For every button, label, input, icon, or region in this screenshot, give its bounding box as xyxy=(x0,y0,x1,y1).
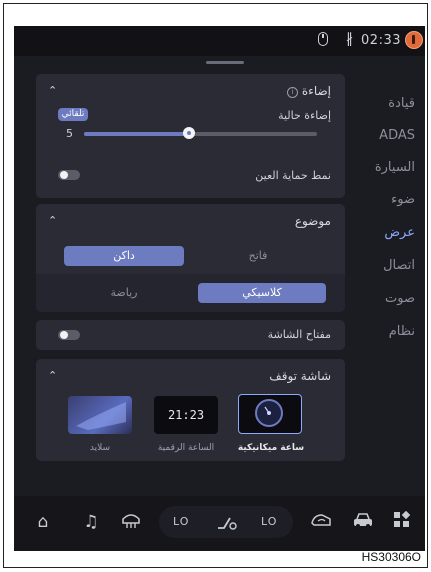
rear-defrost-graphic xyxy=(122,514,140,528)
sidebar-item-driving[interactable]: قيادة xyxy=(359,96,415,111)
fan-icon[interactable] xyxy=(215,512,237,537)
eye-protection-toggle[interactable] xyxy=(58,170,80,180)
info-icon[interactable]: i xyxy=(287,87,299,98)
collapse-caret-icon[interactable]: ⌃ xyxy=(48,369,57,382)
brightness-fill xyxy=(84,132,189,136)
brightness-slider[interactable] xyxy=(84,127,317,139)
toggle-knob xyxy=(60,171,68,179)
car-icon[interactable] xyxy=(352,511,374,534)
clock: 02:33 xyxy=(361,33,401,48)
brightness-knob[interactable] xyxy=(182,127,195,139)
slide-wave-graphic xyxy=(76,402,126,430)
screen-switch-card: مفتاح الشاشة xyxy=(36,320,345,350)
mechanical-clock-graphic xyxy=(255,399,283,427)
standby-slide-label: سلايد xyxy=(89,443,111,453)
apps-graphic xyxy=(394,510,411,527)
current-lighting-label: إضاءة حالية xyxy=(278,109,331,122)
drag-handle[interactable] xyxy=(206,61,244,64)
recirculation-icon[interactable] xyxy=(310,511,332,534)
sidebar-item-light[interactable]: ضوء xyxy=(359,192,415,207)
standby-digital-thumb[interactable]: 21:23 xyxy=(154,396,218,434)
figure-caption: HS30306O xyxy=(361,550,421,564)
apps-icon[interactable] xyxy=(391,510,413,534)
sidebar-item-sound[interactable]: صوت xyxy=(359,291,415,306)
status-bar: ∦ 02:33 xyxy=(14,26,425,56)
home-icon[interactable]: ⌂ xyxy=(32,512,54,532)
standby-title: شاشة توقف xyxy=(269,369,331,383)
brightness-value: 5 xyxy=(66,127,73,140)
collapse-caret-icon[interactable]: ⌃ xyxy=(48,84,57,97)
screen-switch-toggle[interactable] xyxy=(58,330,80,340)
screen-switch-label: مفتاح الشاشة xyxy=(267,328,331,341)
settings-sidebar: قيادة ADAS السيارة ضوء عرض اتصال صوت نظا… xyxy=(359,62,425,492)
standby-digital-label: الساعة الرقمية xyxy=(157,443,215,453)
standby-mechanical-label: ساعة ميكانيكية xyxy=(237,443,305,453)
climate-pill: LO LO xyxy=(159,506,293,538)
mode-light[interactable]: فاتح xyxy=(198,246,318,266)
lighting-title-text: إضاءة xyxy=(301,84,331,98)
sidebar-item-adas[interactable]: ADAS xyxy=(359,128,415,143)
eye-protection-label: نمط حماية العين xyxy=(255,169,331,182)
theme-card: ⌃ موضوع داكن فاتح رياضة كلاسيكي xyxy=(36,204,345,312)
mouse-icon xyxy=(318,32,328,46)
lighting-card: ⌃ i إضاءة تلقائي إضاءة حالية 5 نمط حماية… xyxy=(36,74,345,198)
car-graphic xyxy=(354,513,372,528)
music-icon[interactable]: ♫ xyxy=(80,512,102,532)
style-sport[interactable]: رياضة xyxy=(64,283,184,303)
fan-seat-graphic xyxy=(218,517,237,530)
sidebar-item-system[interactable]: نظام xyxy=(359,324,415,339)
sidebar-item-connection[interactable]: اتصال xyxy=(359,258,415,273)
rear-defrost-icon[interactable] xyxy=(120,511,142,534)
bottom-dock: ⌂ ♫ LO LO xyxy=(14,496,425,551)
standby-card: ⌃ شاشة توقف سلايد 21:23 الساعة الرقمية س… xyxy=(36,359,345,461)
standby-slide-thumb[interactable] xyxy=(68,396,132,434)
style-classic[interactable]: كلاسيكي xyxy=(198,283,326,303)
auto-badge[interactable]: تلقائي xyxy=(58,108,88,121)
lighting-title: i إضاءة xyxy=(283,84,331,98)
driver-badge-icon[interactable] xyxy=(405,31,423,49)
recirculation-graphic xyxy=(311,514,331,526)
figure-frame: ∦ 02:33 قيادة ADAS السيارة ضوء عرض اتصال… xyxy=(3,3,428,568)
mode-dark[interactable]: داكن xyxy=(64,246,184,266)
sidebar-item-display[interactable]: عرض xyxy=(359,225,415,240)
style-row: رياضة كلاسيكي xyxy=(36,274,345,312)
collapse-caret-icon[interactable]: ⌃ xyxy=(48,214,57,227)
toggle-knob xyxy=(60,331,68,339)
right-temp[interactable]: LO xyxy=(261,515,277,528)
bluetooth-icon: ∦ xyxy=(346,31,353,47)
theme-title: موضوع xyxy=(294,214,331,228)
left-temp[interactable]: LO xyxy=(173,515,189,528)
sidebar-item-vehicle[interactable]: السيارة xyxy=(359,160,415,175)
standby-mechanical-thumb[interactable] xyxy=(238,394,302,434)
infotainment-screen: ∦ 02:33 قيادة ADAS السيارة ضوء عرض اتصال… xyxy=(14,26,425,551)
